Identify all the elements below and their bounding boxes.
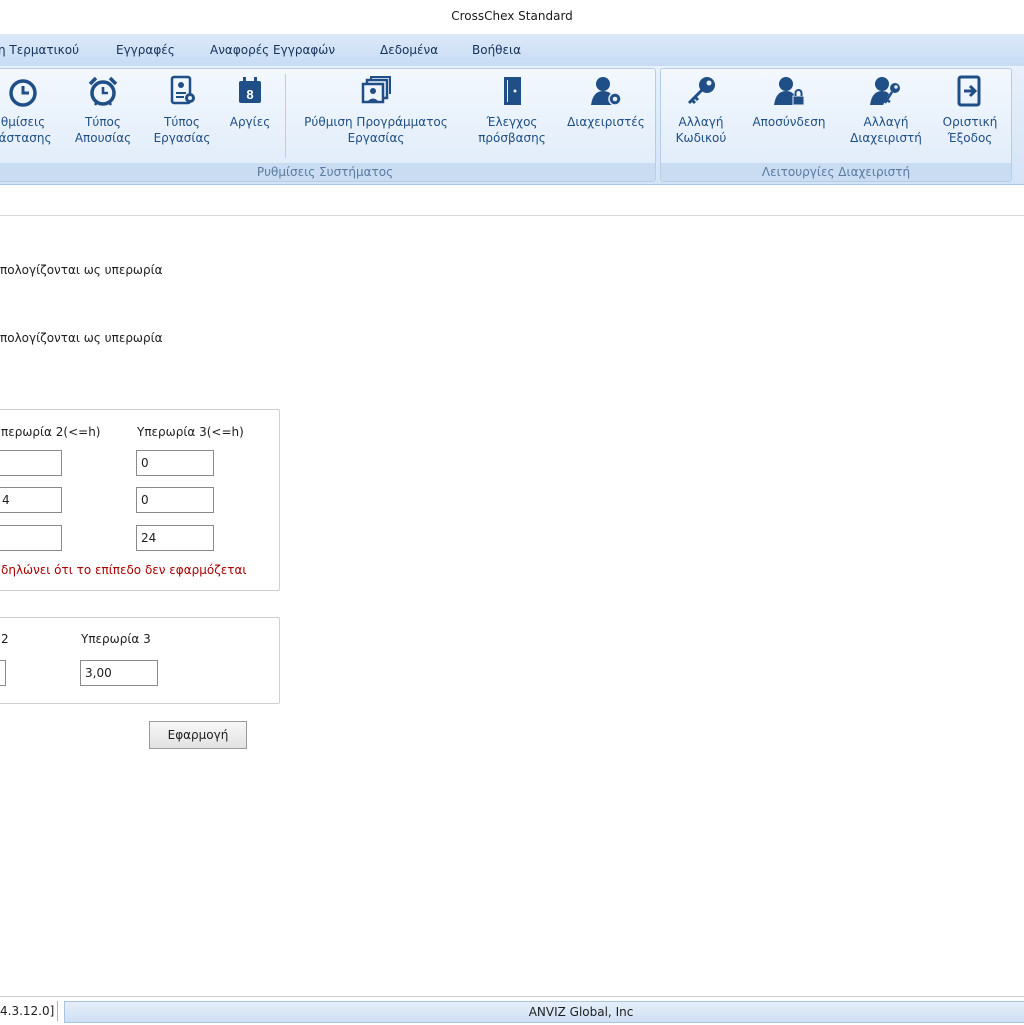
apply-button[interactable]: Εφαρμογή — [149, 721, 247, 749]
door-icon — [504, 77, 521, 105]
ribbon: Ρυθμίσεις Συστήματος Λειτουργίες Διαχειρ… — [0, 66, 1024, 185]
overtime-2-rate-header: 2 — [1, 632, 9, 646]
menu-help[interactable]: Βοήθεια — [472, 43, 521, 57]
final-exit-button[interactable]: Οριστική Έξοδος — [936, 74, 1004, 146]
work-schedule-button[interactable]: Ρύθμιση Προγράμματος Εργασίας — [296, 74, 456, 146]
overtime-rate-panel: 2 Υπερωρία 3 3,00 — [0, 617, 280, 704]
menu-terminal[interactable]: η Τερματικού — [0, 43, 79, 57]
status-bar: 4.3.12.0] ANVIZ Global, Inc — [0, 996, 1024, 1025]
menu-records[interactable]: Εγγραφές — [116, 43, 175, 57]
user-key-icon — [870, 77, 900, 105]
calendar-icon: 8 — [239, 77, 261, 103]
change-password-button[interactable]: Αλλαγή Κωδικού — [666, 74, 736, 146]
overtime-3-hours-field-2[interactable]: 0 — [136, 487, 214, 513]
group-caption-system-settings: Ρυθμίσεις Συστήματος — [0, 163, 655, 181]
overtime-3-hours-header: Υπερωρία 3(<=h) — [137, 425, 244, 439]
status-panel: ANVIZ Global, Inc — [64, 1001, 1024, 1023]
holidays-button[interactable]: 8 Αργίες — [224, 74, 276, 130]
group-caption-admin-functions: Λειτουργίες Διαχειριστή — [661, 163, 1011, 181]
overtime-3-rate-header: Υπερωρία 3 — [81, 632, 151, 646]
overtime-3-rate-field[interactable]: 3,00 — [80, 660, 158, 686]
overtime-2-hours-field-3[interactable] — [0, 525, 62, 551]
absence-type-button[interactable]: Τύπος Απουσίας — [68, 74, 138, 146]
change-admin-button[interactable]: Αλλαγή Διαχειριστή — [844, 74, 928, 146]
overtime-3-hours-field-1[interactable]: 0 — [136, 450, 214, 476]
system-settings-button[interactable]: θμίσεις ιάστασης — [0, 74, 54, 146]
overtime-info-1: πολογίζονται ως υπερωρία — [0, 263, 163, 277]
menu-bar: η Τερματικού Εγγραφές Αναφορές Εγγραφών … — [0, 34, 1024, 66]
work-type-button[interactable]: Τύπος Εργασίας — [146, 74, 218, 146]
overtime-2-rate-field[interactable] — [0, 660, 6, 686]
administrators-button[interactable]: Διαχειριστές — [562, 74, 650, 130]
user-lock-icon — [774, 77, 805, 106]
admin-gear-icon — [591, 77, 622, 106]
ribbon-separator — [285, 74, 286, 158]
menu-record-reports[interactable]: Αναφορές Εγγραφών — [210, 43, 335, 57]
svg-text:8: 8 — [246, 87, 253, 102]
overtime-info-2: πολογίζονται ως υπερωρία — [0, 331, 163, 345]
window-title: CrossChex Standard — [0, 0, 1024, 34]
work-type-icon — [170, 75, 195, 105]
company-label: ANVIZ Global, Inc — [528, 1005, 634, 1019]
overtime-2-hours-field-1[interactable] — [0, 450, 62, 476]
overtime-2-hours-field-2[interactable]: 4 — [0, 487, 62, 513]
not-applicable-note: δηλώνει ότι το επίπεδο δεν εφαρμόζεται — [1, 563, 247, 577]
alarm-clock-icon — [88, 76, 118, 106]
clock-icon — [9, 79, 37, 107]
key-icon — [687, 77, 715, 105]
content-toolbar — [0, 185, 1024, 216]
logout-button[interactable]: Αποσύνδεση — [744, 74, 834, 130]
overtime-3-hours-field-3[interactable]: 24 — [136, 525, 214, 551]
schedule-icon — [361, 76, 391, 104]
exit-icon — [957, 75, 981, 107]
access-control-button[interactable]: Έλεγχος πρόσβασης — [472, 74, 552, 146]
menu-data[interactable]: Δεδομένα — [380, 43, 438, 57]
overtime-2-hours-header: περωρία 2(<=h) — [1, 425, 101, 439]
overtime-hours-panel: περωρία 2(<=h) Υπερωρία 3(<=h) 0 4 0 24 … — [0, 409, 280, 591]
